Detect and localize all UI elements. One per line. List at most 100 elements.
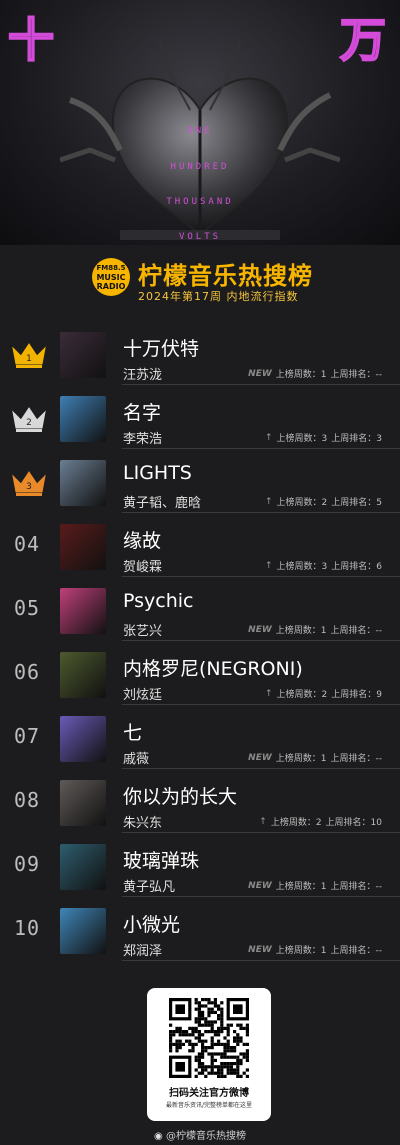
- qr-module: [245, 1023, 249, 1027]
- qr-module: [245, 1033, 249, 1037]
- qr-module: [207, 1010, 211, 1014]
- qr-module: [242, 1052, 246, 1056]
- album-cover[interactable]: [60, 524, 106, 570]
- weeks-on-chart: 上榜周数：3: [276, 434, 328, 444]
- qr-module: [229, 1065, 233, 1069]
- qr-module: [197, 1036, 201, 1040]
- qr-module: [239, 1039, 243, 1043]
- row-divider: [122, 704, 400, 705]
- qr-module: [194, 1055, 198, 1059]
- qr-code: [169, 998, 249, 1078]
- hero-char-left: 十: [7, 12, 55, 68]
- qr-module: [201, 1004, 205, 1008]
- qr-module: [207, 1065, 211, 1069]
- hero-tag-1: ONE: [187, 126, 213, 136]
- qr-module: [169, 1030, 173, 1034]
- weibo-handle[interactable]: ◉ @柠檬音乐热搜榜: [0, 1127, 400, 1142]
- qr-caption: 扫码关注官方微博: [169, 1088, 249, 1099]
- qr-module: [204, 1049, 208, 1053]
- qr-module: [210, 1020, 214, 1024]
- weeks-on-chart: 上榜周数：2: [276, 690, 328, 700]
- qr-module: [217, 1071, 221, 1075]
- song-row[interactable]: 2 名字 李荣浩 ↑ 上榜周数：3 上周排名：3: [0, 386, 400, 449]
- song-title: 内格罗尼(NEGRONI): [123, 658, 303, 680]
- qr-module: [220, 1074, 224, 1078]
- qr-module: [210, 1026, 214, 1030]
- qr-module: [175, 1026, 179, 1030]
- rank-number: 06: [14, 660, 41, 684]
- qr-module: [210, 1007, 214, 1011]
- qr-module: [233, 1071, 237, 1075]
- qr-module: [236, 1071, 240, 1075]
- qr-module: [217, 1017, 221, 1021]
- rank-number: 10: [14, 916, 41, 940]
- song-row[interactable]: 07 七 戚薇 NEW 上榜周数：1 上周排名：--: [0, 706, 400, 769]
- song-row[interactable]: 08 你以为的长大 朱兴东 ↑ 上榜周数：2 上周排名：10: [0, 770, 400, 833]
- qr-card[interactable]: 扫码关注官方微博 最新音乐资讯/完整榜单都在这里: [147, 988, 271, 1121]
- hero-char-right: 万: [339, 12, 387, 68]
- song-title: 十万伏特: [123, 338, 200, 360]
- qr-module: [197, 1007, 201, 1011]
- robot-heart-illustration: [60, 40, 340, 240]
- qr-module: [210, 1010, 214, 1014]
- qr-module: [245, 1068, 249, 1072]
- song-row[interactable]: 10 小微光 郑润泽 NEW 上榜周数：1 上周排名：--: [0, 898, 400, 961]
- album-cover[interactable]: [60, 844, 106, 890]
- qr-module: [239, 1036, 243, 1040]
- qr-module: [223, 1052, 227, 1056]
- song-row[interactable]: 05 Psychic 张艺兴 NEW 上榜周数：1 上周排名：--: [0, 578, 400, 641]
- qr-module: [226, 1042, 230, 1046]
- qr-module: [197, 1065, 201, 1069]
- qr-module: [178, 1046, 182, 1050]
- qr-module: [204, 1030, 208, 1034]
- album-cover[interactable]: [60, 716, 106, 762]
- song-row[interactable]: 09 玻璃弹珠 黄子弘凡 NEW 上榜周数：1 上周排名：--: [0, 834, 400, 897]
- song-artist: 李荣浩: [123, 432, 163, 447]
- qr-module: [229, 1062, 233, 1066]
- album-cover[interactable]: [60, 780, 106, 826]
- qr-module: [245, 1052, 249, 1056]
- album-cover[interactable]: [60, 396, 106, 442]
- qr-module: [172, 1030, 176, 1034]
- song-stats: NEW 上榜周数：1 上周排名：--: [248, 879, 383, 893]
- row-divider: [122, 768, 400, 769]
- qr-module: [220, 1020, 224, 1024]
- song-row[interactable]: 1 十万伏特 汪苏泷 NEW 上榜周数：1 上周排名：--: [0, 322, 400, 385]
- song-row[interactable]: 3 LIGHTS 黄子韬、鹿晗 ↑ 上榜周数：2 上周排名：5: [0, 450, 400, 513]
- album-cover[interactable]: [60, 652, 106, 698]
- album-cover[interactable]: [60, 908, 106, 954]
- last-week-rank: 上周排名：--: [330, 754, 383, 764]
- song-row[interactable]: 06 内格罗尼(NEGRONI) 刘炫廷 ↑ 上榜周数：2 上周排名：9: [0, 642, 400, 705]
- qr-module: [229, 1049, 233, 1053]
- song-artist: 黄子韬、鹿晗: [123, 496, 202, 511]
- qr-module: [245, 1074, 249, 1078]
- album-cover[interactable]: [60, 460, 106, 506]
- qr-module: [239, 1058, 243, 1062]
- qr-module: [226, 1030, 230, 1034]
- hero-banner: 十 万 ONE HUNDRED THOUSAND VOLTS: [0, 0, 400, 245]
- qr-module: [236, 1033, 240, 1037]
- qr-module: [210, 1036, 214, 1040]
- qr-module: [207, 1020, 211, 1024]
- weeks-on-chart: 上榜周数：2: [276, 498, 328, 508]
- qr-module: [191, 1042, 195, 1046]
- crown-icon: 3: [12, 471, 46, 496]
- qr-module: [201, 1017, 205, 1021]
- qr-module: [223, 1062, 227, 1066]
- qr-module: [226, 1046, 230, 1050]
- album-cover[interactable]: [60, 588, 106, 634]
- qr-module: [236, 1023, 240, 1027]
- song-stats: ↑ 上榜周数：3 上周排名：6: [265, 559, 382, 573]
- weibo-handle-text: @柠檬音乐热搜榜: [165, 1131, 246, 1142]
- qr-module: [242, 1026, 246, 1030]
- qr-module: [204, 1023, 208, 1027]
- album-cover[interactable]: [60, 332, 106, 378]
- qr-module: [233, 1039, 237, 1043]
- qr-module: [197, 1039, 201, 1043]
- qr-module: [217, 1042, 221, 1046]
- qr-module: [223, 1046, 227, 1050]
- last-week-rank: 上周排名：--: [330, 882, 383, 892]
- qr-module: [204, 1004, 208, 1008]
- qr-module: [204, 1074, 208, 1078]
- song-row[interactable]: 04 缘故 贺峻霖 ↑ 上榜周数：3 上周排名：6: [0, 514, 400, 577]
